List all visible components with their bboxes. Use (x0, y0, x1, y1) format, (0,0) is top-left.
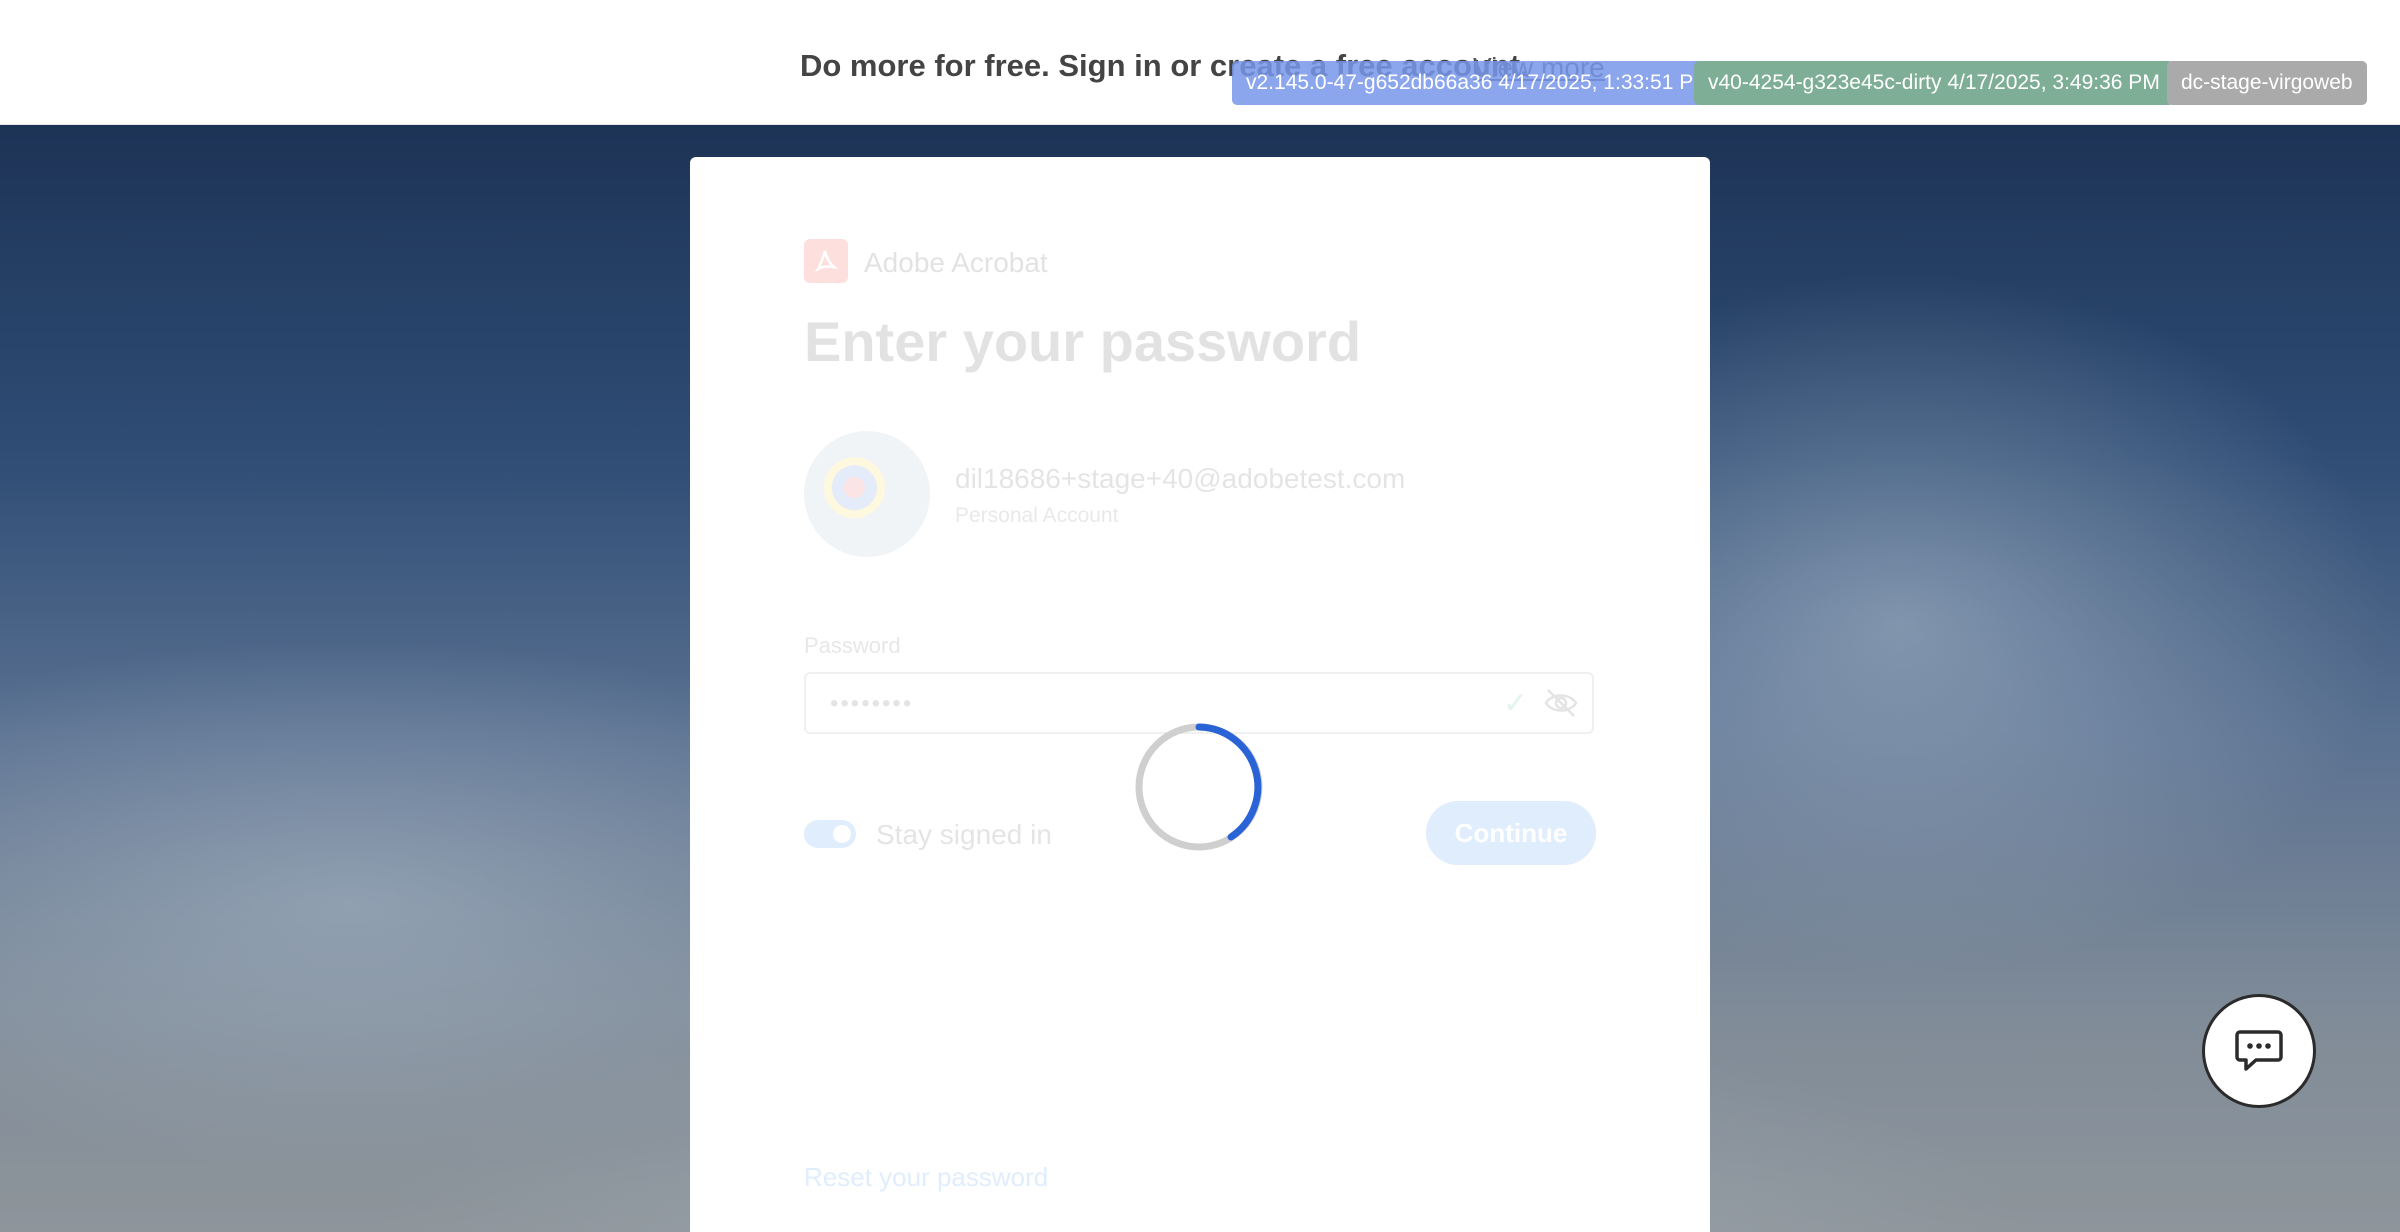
loading-spinner-icon (1135, 723, 1263, 851)
stay-signed-in-label: Stay signed in (876, 819, 1052, 850)
password-value: •••••••• (830, 690, 914, 717)
reset-password-link[interactable]: Reset your password (804, 1162, 1048, 1193)
account-email: dil18686+stage+40@adobetest.com (955, 463, 1406, 494)
page-title: Enter your password (804, 310, 1362, 373)
environment-badge: dc-stage-virgoweb (2167, 61, 2367, 105)
continue-button[interactable]: Continue (1426, 801, 1596, 865)
acrobat-logo-icon (804, 239, 848, 283)
chat-bubble-icon (2235, 1030, 2283, 1071)
build-badge-backend: v40-4254-g323e45c-dirty 4/17/2025, 3:49:… (1694, 61, 2174, 105)
build-badge-frontend: v2.145.0-47-g652db66a36 4/17/2025, 1:33:… (1232, 61, 1725, 105)
top-banner: Do more for free. Sign in or create a fr… (0, 0, 2400, 125)
avatar (804, 431, 930, 557)
chat-button[interactable] (2202, 994, 2316, 1108)
password-label: Password (804, 633, 901, 658)
account-type: Personal Account (955, 504, 1119, 527)
hide-password-icon[interactable] (1544, 688, 1578, 723)
signin-card: Adobe Acrobat Enter your password dil186… (690, 157, 1710, 1232)
app-name: Adobe Acrobat (864, 247, 1048, 278)
stay-signed-in-toggle[interactable] (804, 820, 856, 848)
checkmark-icon: ✓ (1502, 687, 1528, 720)
